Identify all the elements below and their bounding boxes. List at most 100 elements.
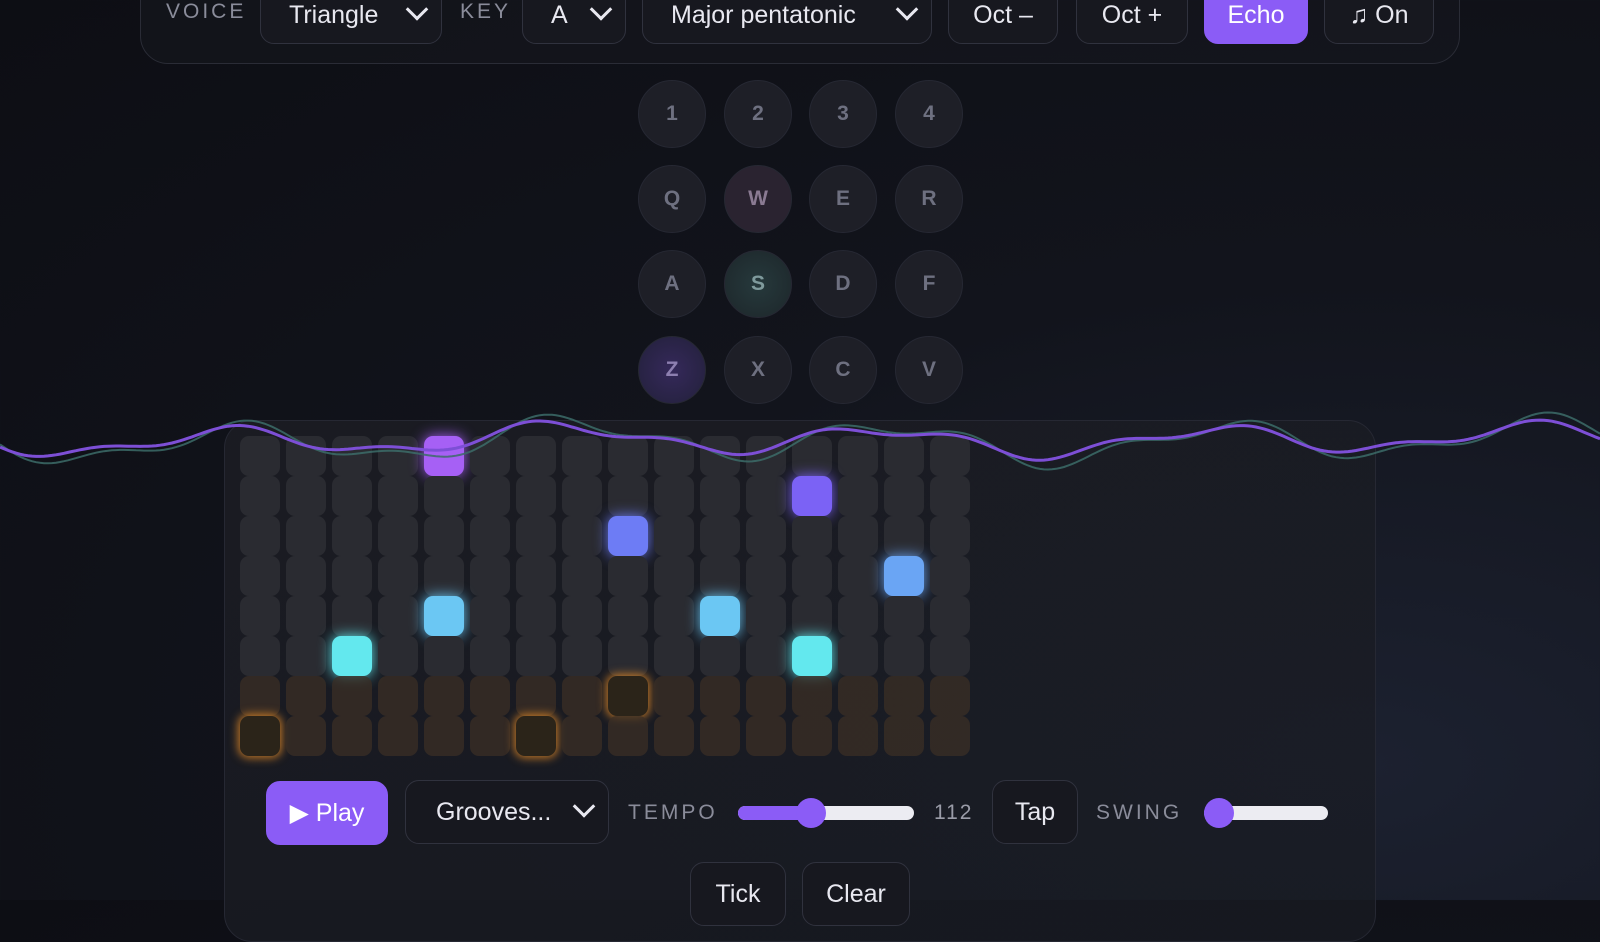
step-cell[interactable] — [562, 676, 602, 716]
step-cell[interactable] — [378, 516, 418, 556]
step-cell[interactable] — [884, 516, 924, 556]
step-cell[interactable] — [746, 596, 786, 636]
key-3[interactable]: 3 — [809, 80, 877, 148]
swing-slider-thumb[interactable] — [1204, 798, 1234, 828]
step-cell[interactable] — [332, 676, 372, 716]
key-v[interactable]: V — [895, 336, 963, 404]
step-cell[interactable] — [378, 596, 418, 636]
octave-up-button[interactable]: Oct + — [1076, 0, 1188, 44]
step-cell[interactable] — [700, 676, 740, 716]
step-cell[interactable] — [654, 716, 694, 756]
step-cell[interactable] — [746, 716, 786, 756]
step-cell[interactable] — [654, 636, 694, 676]
grooves-select[interactable]: Grooves... — [405, 780, 609, 844]
step-cell[interactable] — [562, 596, 602, 636]
step-cell[interactable] — [700, 596, 740, 636]
step-cell[interactable] — [608, 716, 648, 756]
step-cell[interactable] — [700, 636, 740, 676]
step-cell[interactable] — [378, 636, 418, 676]
scale-select[interactable]: Major pentatonic — [642, 0, 932, 44]
step-cell[interactable] — [240, 596, 280, 636]
step-cell[interactable] — [240, 556, 280, 596]
step-cell[interactable] — [470, 716, 510, 756]
step-cell[interactable] — [562, 716, 602, 756]
step-cell[interactable] — [654, 516, 694, 556]
step-cell[interactable] — [516, 636, 556, 676]
step-cell[interactable] — [332, 716, 372, 756]
step-cell[interactable] — [930, 636, 970, 676]
step-cell[interactable] — [470, 516, 510, 556]
step-cell[interactable] — [332, 636, 372, 676]
step-cell[interactable] — [792, 556, 832, 596]
octave-down-button[interactable]: Oct – — [948, 0, 1058, 44]
step-cell[interactable] — [746, 556, 786, 596]
step-cell[interactable] — [424, 636, 464, 676]
echo-toggle[interactable]: Echo — [1204, 0, 1308, 44]
step-cell[interactable] — [608, 636, 648, 676]
step-cell[interactable] — [424, 596, 464, 636]
step-cell[interactable] — [562, 556, 602, 596]
step-cell[interactable] — [286, 556, 326, 596]
tempo-slider[interactable] — [738, 798, 914, 828]
step-cell[interactable] — [792, 636, 832, 676]
step-cell[interactable] — [838, 516, 878, 556]
step-cell[interactable] — [930, 676, 970, 716]
tick-button[interactable]: Tick — [690, 862, 786, 926]
step-cell[interactable] — [792, 516, 832, 556]
step-cell[interactable] — [884, 716, 924, 756]
step-cell[interactable] — [792, 716, 832, 756]
step-cell[interactable] — [884, 596, 924, 636]
key-c[interactable]: C — [809, 336, 877, 404]
tap-tempo-button[interactable]: Tap — [992, 780, 1078, 844]
step-cell[interactable] — [240, 676, 280, 716]
step-cell[interactable] — [884, 636, 924, 676]
step-cell[interactable] — [792, 596, 832, 636]
step-cell[interactable] — [470, 636, 510, 676]
key-4[interactable]: 4 — [895, 80, 963, 148]
step-cell[interactable] — [378, 556, 418, 596]
sound-toggle[interactable]: ♫ On — [1324, 0, 1434, 44]
step-cell[interactable] — [516, 676, 556, 716]
voice-select[interactable]: Triangle — [260, 0, 442, 44]
step-cell[interactable] — [378, 716, 418, 756]
step-cell[interactable] — [930, 716, 970, 756]
step-cell[interactable] — [562, 636, 602, 676]
step-cell[interactable] — [424, 676, 464, 716]
step-cell[interactable] — [516, 516, 556, 556]
clear-button[interactable]: Clear — [802, 862, 910, 926]
step-cell[interactable] — [792, 676, 832, 716]
step-cell[interactable] — [884, 676, 924, 716]
step-cell[interactable] — [930, 516, 970, 556]
step-cell[interactable] — [746, 676, 786, 716]
step-cell[interactable] — [608, 516, 648, 556]
step-cell[interactable] — [608, 676, 648, 716]
step-cell[interactable] — [240, 636, 280, 676]
key-2[interactable]: 2 — [724, 80, 792, 148]
key-s[interactable]: S — [724, 250, 792, 318]
play-button[interactable]: ▶ Play — [266, 781, 388, 845]
step-cell[interactable] — [240, 716, 280, 756]
key-r[interactable]: R — [895, 165, 963, 233]
step-cell[interactable] — [286, 596, 326, 636]
step-cell[interactable] — [884, 556, 924, 596]
step-cell[interactable] — [746, 516, 786, 556]
step-cell[interactable] — [930, 596, 970, 636]
key-w[interactable]: W — [724, 165, 792, 233]
step-cell[interactable] — [332, 596, 372, 636]
key-e[interactable]: E — [809, 165, 877, 233]
step-cell[interactable] — [562, 516, 602, 556]
step-cell[interactable] — [286, 636, 326, 676]
step-cell[interactable] — [332, 556, 372, 596]
step-cell[interactable] — [746, 636, 786, 676]
step-cell[interactable] — [516, 716, 556, 756]
step-cell[interactable] — [654, 556, 694, 596]
step-cell[interactable] — [700, 716, 740, 756]
step-cell[interactable] — [838, 676, 878, 716]
step-cell[interactable] — [654, 676, 694, 716]
step-cell[interactable] — [286, 716, 326, 756]
step-cell[interactable] — [470, 596, 510, 636]
step-cell[interactable] — [838, 556, 878, 596]
step-cell[interactable] — [424, 516, 464, 556]
step-cell[interactable] — [240, 516, 280, 556]
swing-slider[interactable] — [1204, 798, 1328, 828]
